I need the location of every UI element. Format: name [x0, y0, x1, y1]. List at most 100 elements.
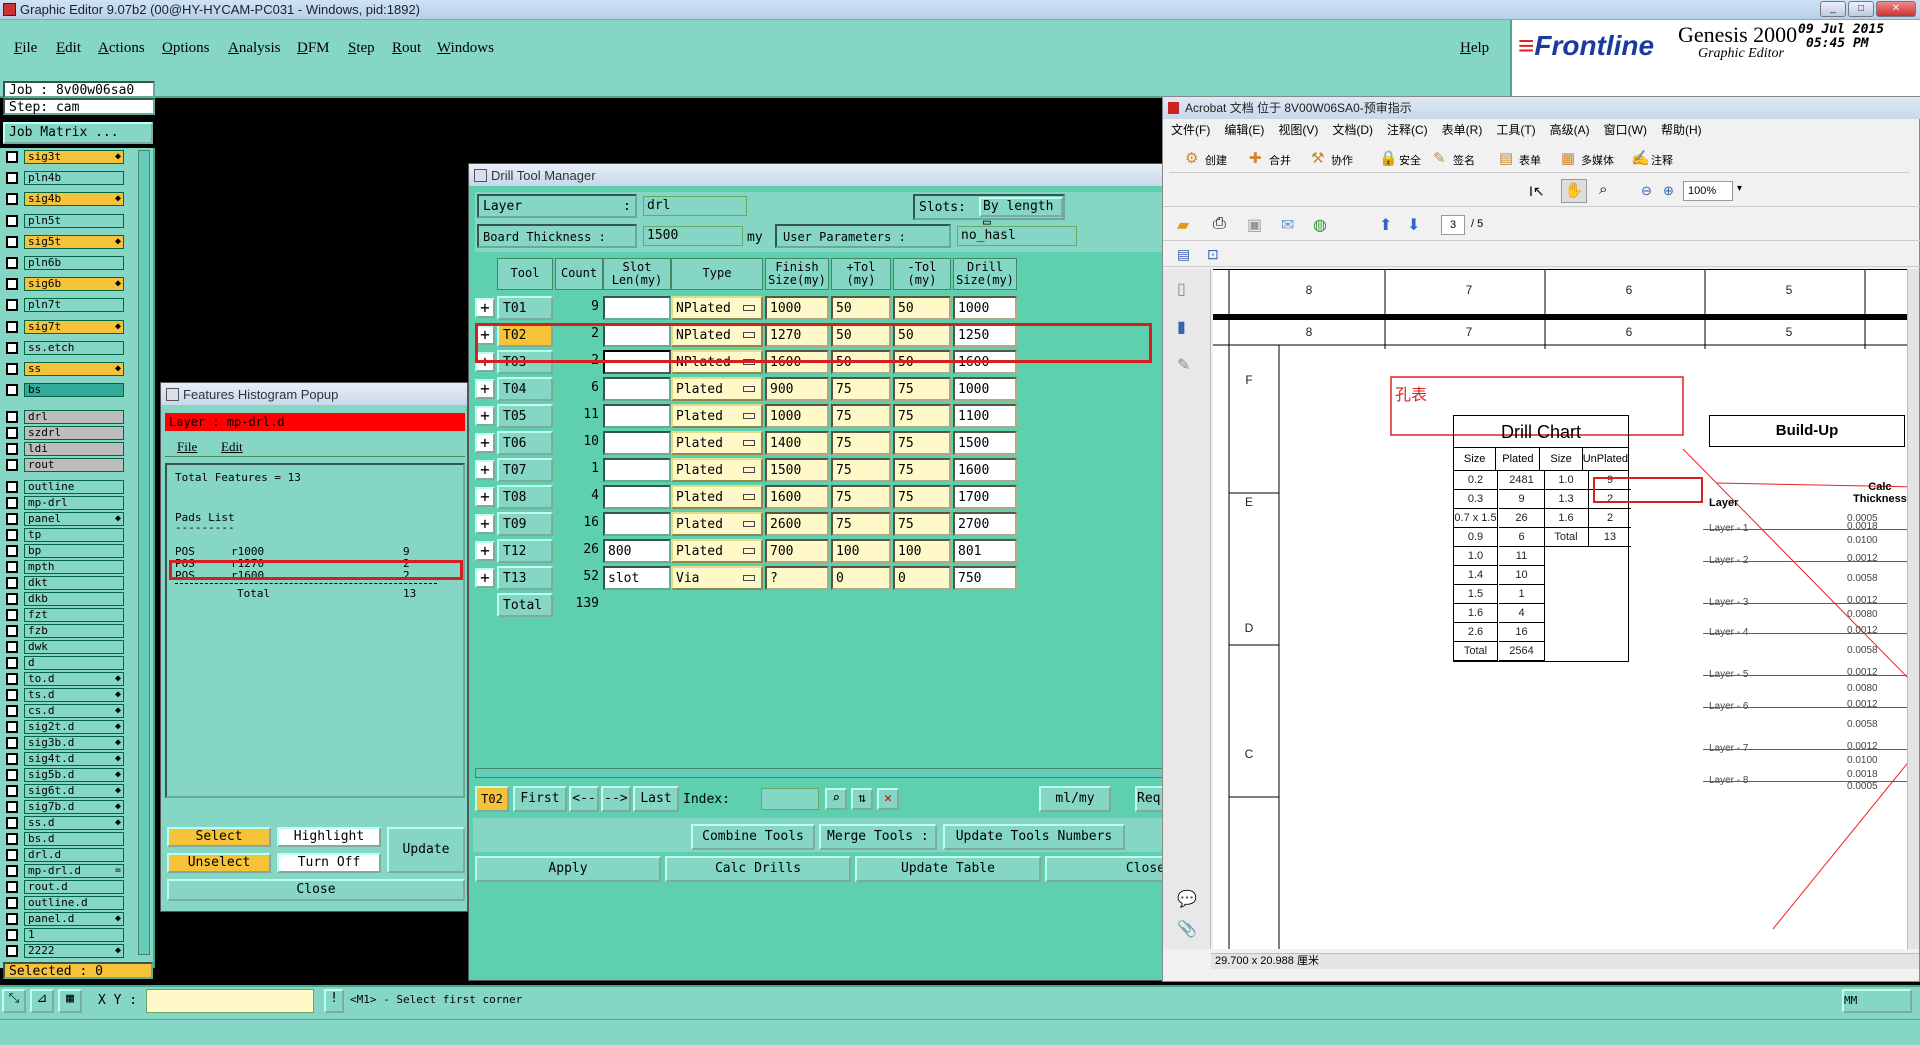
- layer-row[interactable]: ss.etch: [6, 340, 124, 355]
- layer-checkbox[interactable]: [6, 443, 18, 456]
- layer-row[interactable]: drl: [6, 410, 124, 425]
- plus-tol-field[interactable]: 75: [831, 404, 891, 428]
- layer-name[interactable]: fzt: [24, 608, 124, 623]
- layer-name[interactable]: d: [24, 656, 124, 671]
- acrobat-tool-label[interactable]: 表单: [1519, 152, 1541, 168]
- units-dropdown[interactable]: ml/my: [1039, 786, 1111, 812]
- finish-size-field[interactable]: 1600: [765, 485, 829, 509]
- row-expand-icon[interactable]: +: [475, 541, 495, 561]
- forms-icon[interactable]: ▤: [1499, 149, 1513, 167]
- bookmarks-icon[interactable]: ▮: [1177, 317, 1186, 337]
- layer-row[interactable]: 2222 ◆: [6, 944, 124, 959]
- slot-length-field[interactable]: [603, 377, 671, 401]
- layer-name[interactable]: sig5b.d ◆: [24, 768, 124, 783]
- acrobat-tool-label[interactable]: 多媒体: [1581, 152, 1614, 168]
- layer-row[interactable]: bp: [6, 544, 124, 559]
- row-expand-icon[interactable]: +: [475, 298, 495, 318]
- finish-size-field[interactable]: 2600: [765, 512, 829, 536]
- layer-row[interactable]: fzt: [6, 608, 124, 623]
- acrobat-menu-item[interactable]: 高级(A): [1550, 123, 1590, 137]
- layer-name[interactable]: mp-drl.d =: [24, 864, 124, 879]
- layer-row[interactable]: sig4t.d ◆: [6, 752, 124, 767]
- layer-checkbox[interactable]: [6, 673, 18, 686]
- save-icon[interactable]: ▣: [1247, 215, 1262, 235]
- layer-row[interactable]: mpth: [6, 560, 124, 575]
- index-field[interactable]: [761, 788, 819, 810]
- layer-name[interactable]: mp-drl: [24, 496, 124, 511]
- minus-tol-field[interactable]: 0: [893, 566, 951, 590]
- layer-row[interactable]: drl.d: [6, 848, 124, 863]
- layer-row[interactable]: ss.d ◆: [6, 816, 124, 831]
- first-button[interactable]: First: [513, 786, 567, 812]
- user-params-field[interactable]: no_hasl: [957, 226, 1077, 246]
- web-icon[interactable]: ◍: [1313, 215, 1327, 235]
- layer-row[interactable]: dwk: [6, 640, 124, 655]
- layer-name[interactable]: 1: [24, 928, 124, 943]
- layer-checkbox[interactable]: [6, 657, 18, 670]
- layer-name[interactable]: 2222 ◆: [24, 944, 124, 959]
- layer-name[interactable]: rout.d: [24, 880, 124, 895]
- layer-name[interactable]: sig4t.d ◆: [24, 752, 124, 767]
- update-button[interactable]: Update: [387, 827, 465, 873]
- layer-row[interactable]: to.d ◆: [6, 672, 124, 687]
- grid-icon[interactable]: ▦: [58, 989, 82, 1013]
- pages-icon[interactable]: ▯: [1177, 279, 1186, 299]
- combine-icon[interactable]: ✚: [1249, 149, 1262, 167]
- zoom-window-icon[interactable]: ⤡: [2, 989, 26, 1013]
- acrobat-menu-item[interactable]: 文档(D): [1332, 123, 1373, 137]
- drill-size-field[interactable]: 1100: [953, 404, 1017, 428]
- slot-length-field[interactable]: [603, 431, 671, 455]
- layer-checkbox[interactable]: [6, 801, 18, 814]
- xy-input[interactable]: [146, 989, 314, 1013]
- slots-dropdown[interactable]: By length ▭: [979, 197, 1063, 230]
- minus-tol-field[interactable]: 75: [893, 404, 951, 428]
- plus-tol-field[interactable]: 75: [831, 431, 891, 455]
- layer-name[interactable]: sig6b ◆: [24, 277, 124, 292]
- minus-tol-field[interactable]: 75: [893, 377, 951, 401]
- layer-row[interactable]: panel ◆: [6, 512, 124, 527]
- select-tool-icon[interactable]: I↖: [1529, 183, 1545, 200]
- layer-row[interactable]: sig6b ◆: [6, 277, 124, 292]
- sort-icon[interactable]: ⇅: [851, 788, 873, 810]
- slot-length-field[interactable]: [603, 485, 671, 509]
- drill-size-field[interactable]: 750: [953, 566, 1017, 590]
- layer-name[interactable]: drl.d: [24, 848, 124, 863]
- layer-name[interactable]: sig7b.d ◆: [24, 800, 124, 815]
- layer-checkbox[interactable]: [6, 593, 18, 606]
- layer-checkbox[interactable]: [6, 577, 18, 590]
- fit-page-icon[interactable]: ⊡: [1207, 246, 1219, 263]
- layer-row[interactable]: sig2t.d ◆: [6, 720, 124, 735]
- menu-dfm[interactable]: DFM: [297, 40, 330, 57]
- layer-name[interactable]: tp: [24, 528, 124, 543]
- minus-tol-field[interactable]: 75: [893, 485, 951, 509]
- layer-name[interactable]: sig7t ◆: [24, 319, 124, 334]
- slot-length-field[interactable]: [603, 296, 671, 320]
- menu-analysis[interactable]: Analysis: [228, 40, 281, 57]
- board-thickness-field[interactable]: 1500: [643, 226, 743, 246]
- next-button[interactable]: -->: [601, 786, 631, 812]
- layer-row[interactable]: cs.d ◆: [6, 704, 124, 719]
- layer-checkbox[interactable]: [6, 459, 18, 472]
- layer-name[interactable]: pln7t: [24, 298, 124, 313]
- slot-length-field[interactable]: 800: [603, 539, 671, 563]
- layer-checkbox[interactable]: [6, 545, 18, 558]
- layer-name[interactable]: outline: [24, 480, 124, 495]
- menu-edit[interactable]: Edit: [56, 40, 81, 57]
- layer-checkbox[interactable]: [6, 214, 18, 227]
- layer-row[interactable]: tp: [6, 528, 124, 543]
- finish-size-field[interactable]: 900: [765, 377, 829, 401]
- layer-name[interactable]: panel.d ◆: [24, 912, 124, 927]
- email-icon[interactable]: ✉: [1281, 215, 1294, 235]
- drill-size-field[interactable]: 1500: [953, 431, 1017, 455]
- drill-size-field[interactable]: 1000: [953, 377, 1017, 401]
- plus-tol-field[interactable]: 75: [831, 485, 891, 509]
- maximize-button[interactable]: □: [1848, 1, 1874, 17]
- layer-checkbox[interactable]: [6, 481, 18, 494]
- layer-row[interactable]: 1: [6, 928, 124, 943]
- zoom-field[interactable]: 100%: [1683, 181, 1733, 201]
- histogram-file-menu[interactable]: File: [177, 439, 197, 455]
- drill-size-field[interactable]: 1000: [953, 296, 1017, 320]
- acrobat-tool-label[interactable]: 协作: [1331, 152, 1353, 168]
- minus-tol-field[interactable]: 75: [893, 431, 951, 455]
- table-h-scrollbar[interactable]: [475, 768, 1165, 778]
